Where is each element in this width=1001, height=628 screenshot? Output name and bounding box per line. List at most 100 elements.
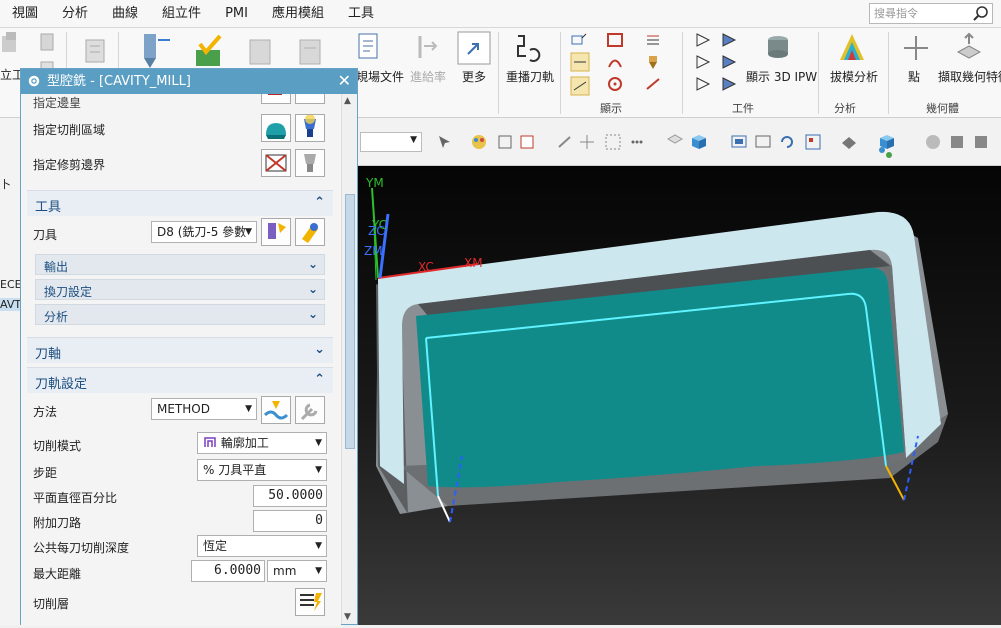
show-part-button[interactable]	[295, 94, 325, 104]
specify-part-button[interactable]	[261, 94, 291, 104]
more-label[interactable]: 更多	[462, 68, 486, 85]
point-icon[interactable]	[902, 34, 930, 62]
color-icon[interactable]	[470, 133, 488, 151]
tool-change-subsection[interactable]: 換刀設定 ⌄	[35, 279, 325, 300]
display-point-icon[interactable]	[606, 76, 624, 92]
zoom-icon[interactable]	[754, 133, 772, 151]
arrow-icon[interactable]	[556, 133, 574, 151]
snap-icon[interactable]	[496, 133, 514, 151]
more-icon[interactable]	[456, 30, 492, 66]
dots-icon[interactable]	[628, 133, 646, 151]
menu-tools[interactable]: 工具	[336, 0, 386, 28]
cursor-icon[interactable]	[518, 133, 536, 151]
program-icon[interactable]	[38, 32, 58, 54]
operation-nav-icon[interactable]	[80, 34, 110, 68]
method-dropdown[interactable]: METHOD ▼	[151, 398, 257, 420]
ipw-flag-2-icon[interactable]	[694, 54, 712, 70]
drag-icon[interactable]	[578, 133, 596, 151]
show-trim-boundary-button[interactable]	[295, 149, 325, 177]
sphere-icon[interactable]	[924, 133, 942, 151]
replay-toolpath-label[interactable]: 重播刀軌	[506, 68, 554, 85]
percent-diameter-input[interactable]: 50.0000	[253, 485, 327, 507]
edges-icon[interactable]	[878, 146, 894, 160]
new-tool-button[interactable]	[295, 218, 325, 246]
gear-icon[interactable]	[27, 74, 41, 88]
post-process-icon[interactable]	[294, 32, 328, 72]
draft-analysis-label[interactable]: 拔模分析	[830, 68, 878, 85]
fit-view-icon[interactable]	[730, 133, 748, 151]
layer-icon[interactable]	[948, 133, 966, 151]
nav-item-partial-2[interactable]: ECE	[0, 278, 22, 291]
shop-doc-label[interactable]: 規場文件	[356, 68, 404, 85]
display-cutter-icon[interactable]	[644, 54, 662, 70]
extract-geometry-label[interactable]: 擷取幾何特徵	[938, 68, 1001, 85]
output-subsection[interactable]: 輸出 ⌄	[35, 254, 325, 275]
replay-toolpath-icon[interactable]	[512, 32, 542, 64]
edit-tool-button[interactable]	[261, 218, 291, 246]
selection-filter-dropdown[interactable]: ▼	[360, 132, 422, 152]
create-operation-icon[interactable]	[0, 32, 22, 58]
graphics-viewport[interactable]: YM YC ZC ZM XC XM	[358, 166, 1001, 625]
machine-sim-icon[interactable]	[244, 32, 278, 72]
display-list-icon[interactable]	[644, 32, 662, 48]
render-style-icon[interactable]	[840, 133, 858, 151]
block-icon[interactable]	[666, 133, 684, 151]
ipw-flag-3-icon[interactable]	[694, 76, 712, 92]
draft-analysis-icon[interactable]	[834, 30, 870, 64]
display-curve-icon[interactable]	[606, 54, 624, 70]
scroll-thumb[interactable]	[345, 194, 355, 449]
display-line-icon[interactable]	[644, 76, 662, 92]
menu-analysis[interactable]: 分析	[50, 0, 100, 28]
scroll-up-icon[interactable]: ▲	[344, 96, 351, 106]
ipw-flag-6-icon[interactable]	[720, 76, 738, 92]
dialog-scrollbar[interactable]: ▲ ▼	[341, 94, 357, 624]
menu-application[interactable]: 應用模組	[260, 0, 336, 28]
extract-geometry-icon[interactable]	[954, 32, 984, 64]
close-icon[interactable]: ✕	[338, 72, 351, 90]
cut-levels-button[interactable]	[295, 588, 325, 616]
generate-toolpath-icon[interactable]	[138, 32, 172, 72]
display-geometry-icon[interactable]	[606, 32, 624, 48]
menu-pmi[interactable]: PMI	[213, 0, 260, 28]
shop-doc-icon[interactable]	[356, 32, 382, 62]
select-icon[interactable]	[436, 133, 454, 151]
show-cut-area-button[interactable]	[295, 114, 325, 142]
edit-method-button[interactable]	[261, 396, 291, 424]
shaded-cube-icon[interactable]	[690, 133, 708, 151]
ipw-flag-4-icon[interactable]	[720, 32, 738, 48]
display-path-icon[interactable]	[570, 76, 590, 96]
tool-axis-section-header[interactable]: 刀軸 ⌄	[27, 337, 333, 363]
specify-trim-boundary-button[interactable]	[261, 149, 291, 177]
menu-curve[interactable]: 曲線	[100, 0, 150, 28]
hide-icon[interactable]	[972, 133, 990, 151]
display-blank-icon[interactable]	[570, 52, 590, 72]
orient-view-icon[interactable]	[804, 133, 822, 151]
feed-rate-icon[interactable]	[414, 32, 440, 62]
max-distance-input[interactable]: 6.0000	[191, 560, 265, 582]
display-tool-icon[interactable]	[570, 32, 588, 48]
stepover-dropdown[interactable]: % 刀具平直 ▼	[197, 459, 327, 481]
path-settings-section-header[interactable]: 刀軌設定 ⌃	[27, 367, 333, 393]
nav-item-partial-1[interactable]: 卜	[0, 176, 11, 192]
point-label[interactable]: 點	[908, 68, 920, 85]
show-3d-ipw-label[interactable]: 顯示 3D IPW	[746, 68, 817, 85]
search-icon[interactable]	[972, 5, 989, 22]
unit-dropdown[interactable]: mm ▼	[267, 560, 327, 582]
common-depth-dropdown[interactable]: 恆定 ▼	[197, 535, 327, 557]
tool-analysis-subsection[interactable]: 分析 ⌄	[35, 304, 325, 325]
box-select-icon[interactable]	[604, 133, 622, 151]
dialog-title[interactable]: 型腔銑 - [CAVITY_MILL]	[21, 69, 357, 94]
ipw-flag-5-icon[interactable]	[720, 54, 738, 70]
extra-passes-input[interactable]: 0	[253, 510, 327, 532]
rotate-icon[interactable]	[778, 133, 796, 151]
menu-assembly[interactable]: 組立件	[150, 0, 213, 28]
specify-cut-area-button[interactable]	[261, 114, 291, 142]
scroll-down-icon[interactable]: ▼	[344, 612, 351, 622]
verify-toolpath-icon[interactable]	[192, 32, 226, 72]
feed-rate-label[interactable]: 進給率	[410, 68, 446, 85]
new-method-button[interactable]	[295, 396, 325, 424]
tool-dropdown[interactable]: D8 (銑刀-5 參數 ▼	[151, 221, 257, 243]
menu-view[interactable]: 視圖	[0, 0, 50, 28]
show-3d-ipw-icon[interactable]	[762, 32, 794, 62]
tool-section-header[interactable]: 工具 ⌃	[27, 190, 333, 216]
